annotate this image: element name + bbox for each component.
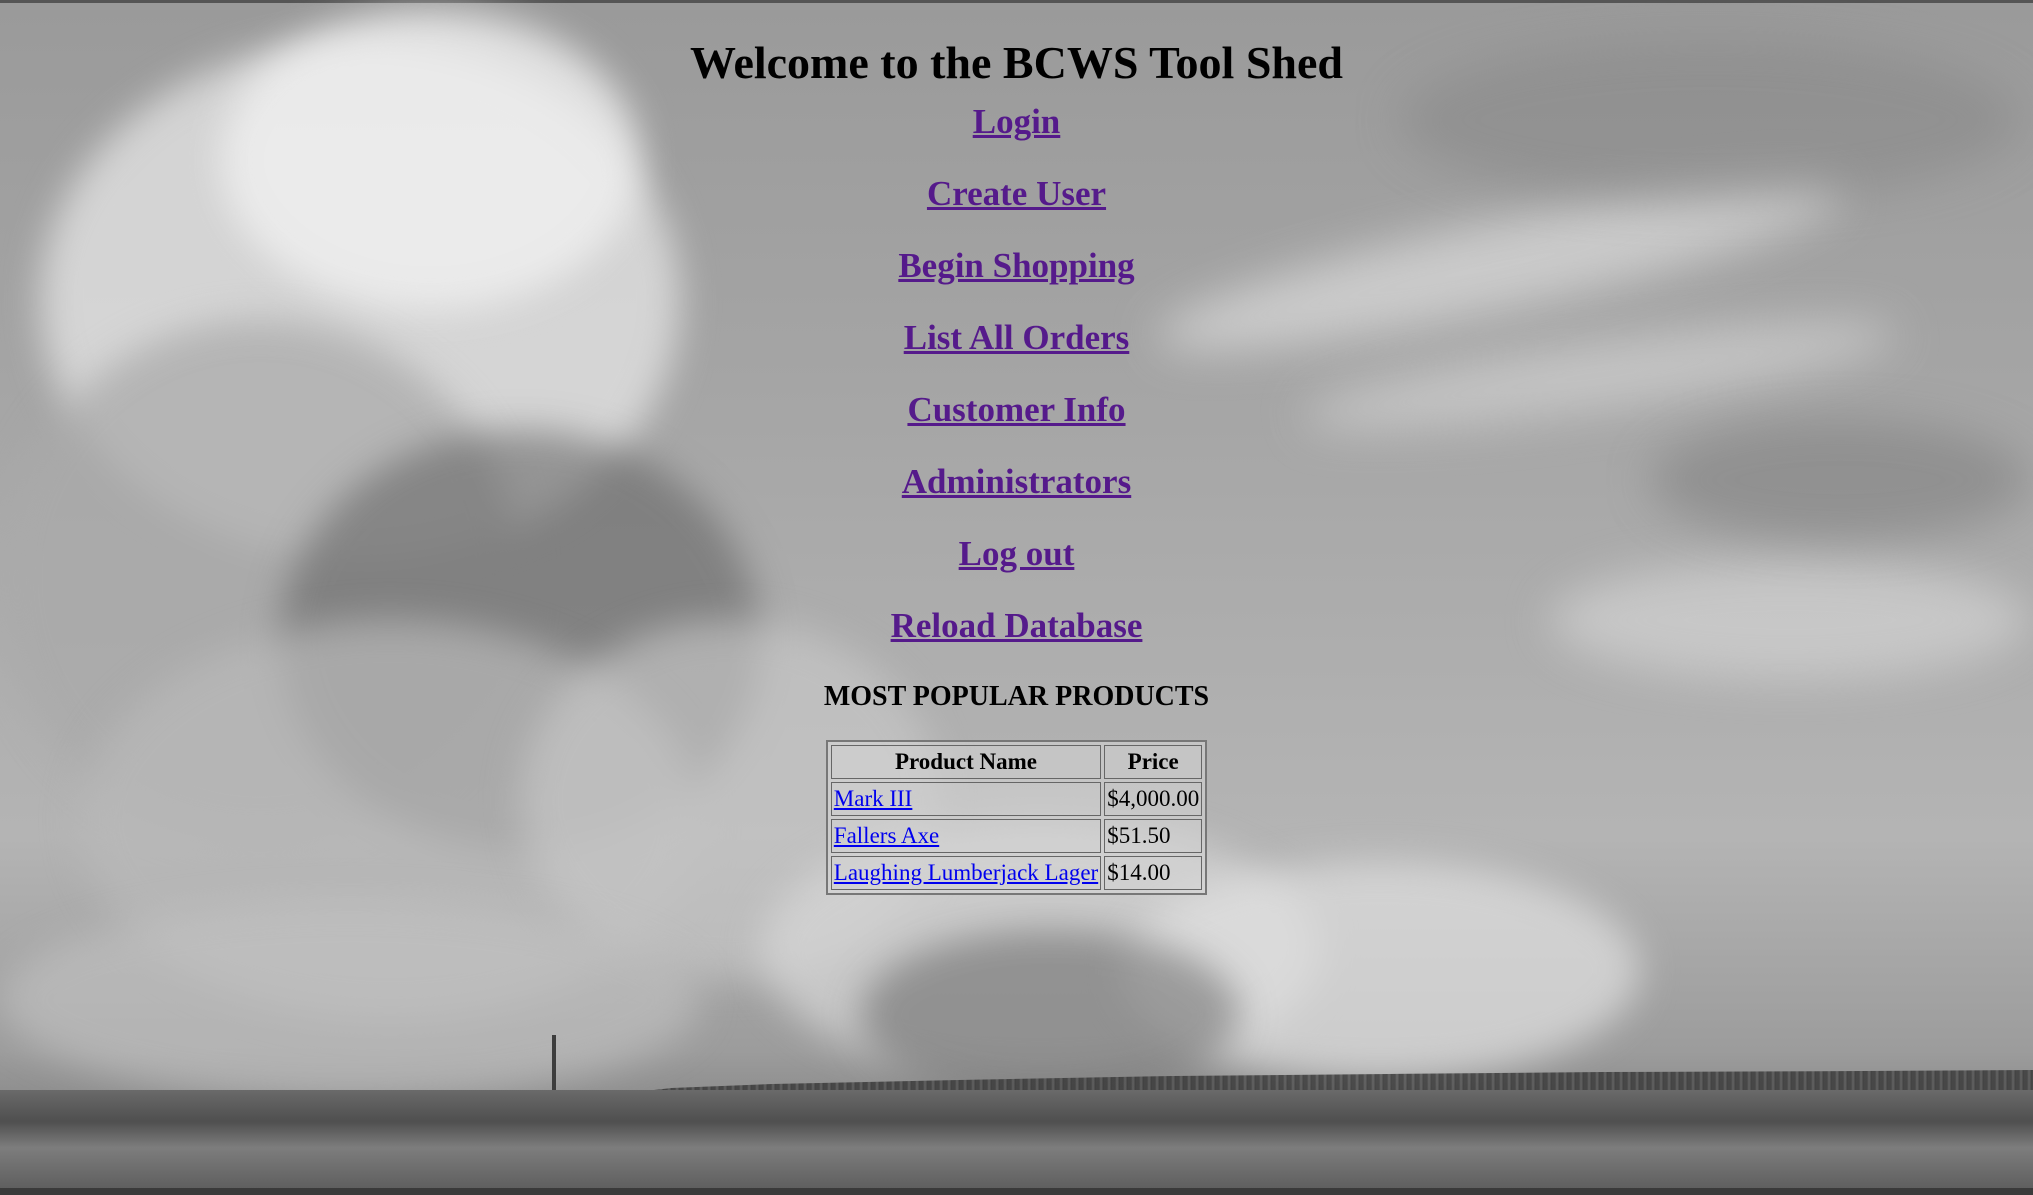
product-link[interactable]: Fallers Axe — [834, 823, 939, 848]
popular-products-table: Product Name Price Mark III $4,000.00 Fa… — [825, 740, 1208, 895]
log-out-link[interactable]: Log out — [959, 534, 1075, 606]
create-user-link[interactable]: Create User — [927, 174, 1106, 246]
product-name-cell: Mark III — [830, 782, 1102, 816]
list-all-orders-link[interactable]: List All Orders — [904, 318, 1130, 390]
product-link[interactable]: Laughing Lumberjack Lager — [834, 860, 1098, 885]
product-price-cell: $4,000.00 — [1104, 782, 1203, 816]
table-row: Fallers Axe $51.50 — [830, 819, 1203, 853]
administrators-link[interactable]: Administrators — [902, 462, 1131, 534]
table-header-row: Product Name Price — [830, 745, 1203, 779]
main-nav: Login Create User Begin Shopping List Al… — [0, 102, 2033, 678]
product-link[interactable]: Mark III — [834, 786, 913, 811]
product-name-cell: Fallers Axe — [830, 819, 1102, 853]
table-row: Laughing Lumberjack Lager $14.00 — [830, 856, 1203, 890]
product-price-cell: $51.50 — [1104, 819, 1203, 853]
begin-shopping-link[interactable]: Begin Shopping — [898, 246, 1134, 318]
reload-database-link[interactable]: Reload Database — [891, 606, 1143, 678]
product-price-cell: $14.00 — [1104, 856, 1203, 890]
table-row: Mark III $4,000.00 — [830, 782, 1203, 816]
window-bottom-border — [0, 1188, 2033, 1195]
ground — [0, 1090, 2033, 1195]
customer-info-link[interactable]: Customer Info — [907, 390, 1125, 462]
popular-products-heading: MOST POPULAR PRODUCTS — [823, 681, 1210, 712]
login-link[interactable]: Login — [973, 102, 1061, 174]
column-header-price: Price — [1104, 745, 1203, 779]
page-title: Welcome to the BCWS Tool Shed — [689, 37, 1343, 88]
main-content: Welcome to the BCWS Tool Shed Login Crea… — [0, 0, 2033, 895]
product-name-cell: Laughing Lumberjack Lager — [830, 856, 1102, 890]
column-header-product-name: Product Name — [830, 745, 1102, 779]
